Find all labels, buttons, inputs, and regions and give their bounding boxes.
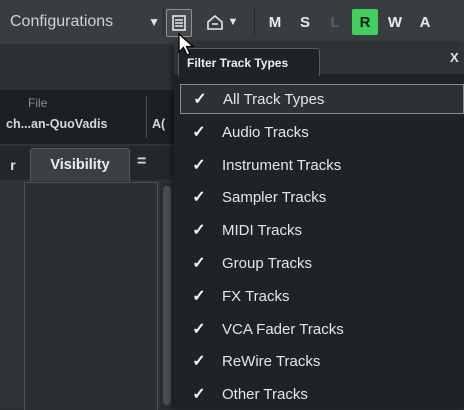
file-label: File [28,96,48,110]
list-filter-icon [172,15,186,31]
tab-visibility[interactable]: Visibility [30,148,130,181]
project-file-name: ch...an-QuoVadis [6,117,108,131]
menu-item-audio-tracks[interactable]: ✓ Audio Tracks [180,117,464,147]
info-divider [146,96,147,138]
checkmark-icon: ✓ [192,222,206,239]
menu-item-vca-fader-tracks[interactable]: ✓ VCA Fader Tracks [180,314,464,344]
menu-item-label: FX Tracks [222,287,290,305]
menu-item-label: Instrument Tracks [222,156,342,174]
toggle-m-button[interactable]: M [262,9,288,35]
checkmark-icon: ✓ [192,157,206,174]
menu-item-other-tracks[interactable]: ✓ Other Tracks [180,379,464,409]
toggle-a-button[interactable]: A [412,9,438,35]
menu-item-label: MIDI Tracks [222,221,303,239]
toolbar-divider [254,8,255,36]
menu-item-label: Sampler Tracks [222,188,327,206]
presets-button[interactable]: ▼ [198,9,246,35]
visibility-panel [24,182,158,410]
configurations-label: Configurations [10,13,114,30]
menu-item-rewire-tracks[interactable]: ✓ ReWire Tracks [180,346,464,376]
chevron-down-icon: ▼ [148,15,160,29]
menu-item-group-tracks[interactable]: ✓ Group Tracks [180,248,464,278]
menu-item-label: VCA Fader Tracks [222,320,344,338]
checkmark-icon: ✓ [193,91,207,108]
toggle-s-button[interactable]: S [292,9,318,35]
menu-item-label: Group Tracks [222,254,313,272]
checkmark-icon: ✓ [192,124,206,141]
tab-partial[interactable]: r [0,150,26,180]
checkmark-icon: ✓ [192,255,206,272]
menu-item-label: ReWire Tracks [222,352,321,370]
menu-item-fx-tracks[interactable]: ✓ FX Tracks [180,281,464,311]
tab-menu-icon[interactable]: = [137,152,151,172]
checkmark-icon: ✓ [192,189,206,206]
menu-item-label: All Track Types [223,90,325,108]
toggle-l-button[interactable]: L [322,9,348,35]
checkmark-icon: ✓ [192,386,206,403]
menu-item-sampler-tracks[interactable]: ✓ Sampler Tracks [180,182,464,212]
menu-item-midi-tracks[interactable]: ✓ MIDI Tracks [180,215,464,245]
toolbar-divider [163,8,164,36]
toggle-r-button[interactable]: R [352,9,378,35]
scrollbar-thumb[interactable] [163,186,171,405]
vertical-scrollbar[interactable] [160,182,174,409]
menu-item-label: Audio Tracks [222,123,309,141]
checkmark-icon: ✓ [192,288,206,305]
toggle-w-button[interactable]: W [382,9,408,35]
preset-home-icon [206,14,223,30]
project-file-name-2: A( [152,117,166,131]
chevron-down-icon: ▼ [227,16,239,28]
popup-title-tab: Filter Track Types [178,48,320,76]
menu-item-instrument-tracks[interactable]: ✓ Instrument Tracks [180,150,464,180]
mouse-cursor-icon [178,32,195,56]
checkmark-icon: ✓ [192,321,206,338]
menu-item-all-track-types[interactable]: ✓ All Track Types [180,84,464,114]
checkmark-icon: ✓ [192,353,206,370]
menu-item-label: Other Tracks [222,385,308,403]
configurations-dropdown[interactable]: Configurations ▼ [10,9,162,35]
close-icon[interactable]: X [450,50,464,70]
